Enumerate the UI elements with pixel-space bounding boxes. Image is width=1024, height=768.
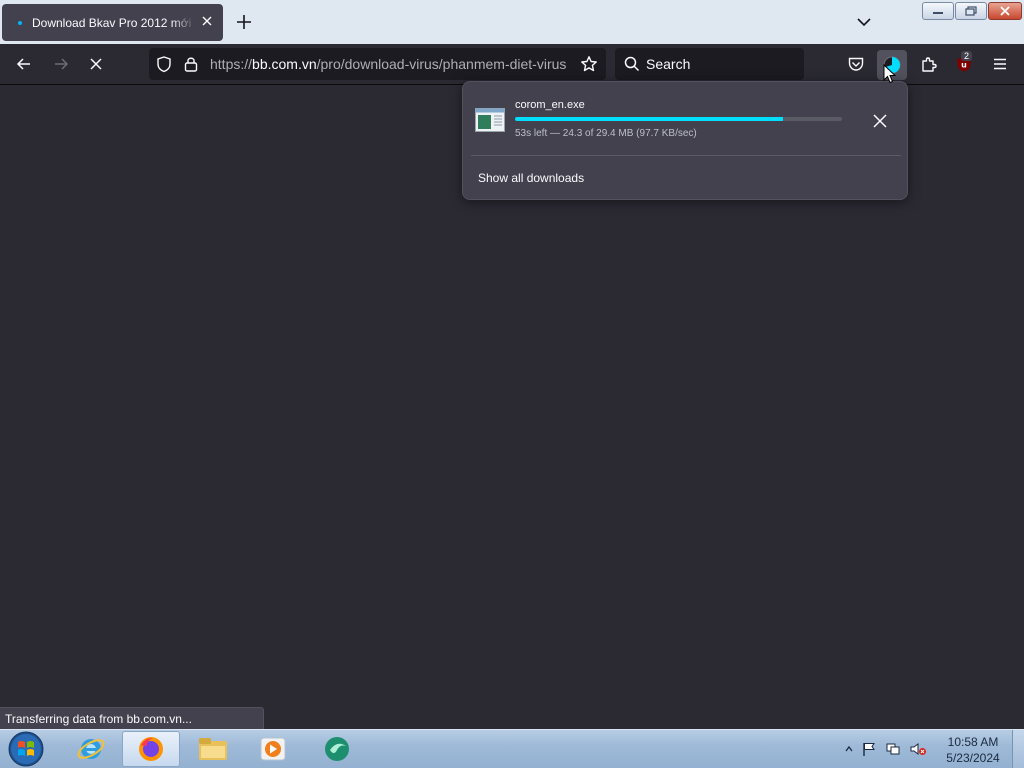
show-desktop-button[interactable] <box>1012 730 1024 768</box>
window-controls <box>922 2 1022 20</box>
taskbar-firefox[interactable] <box>122 731 180 767</box>
loading-indicator-icon <box>18 20 22 25</box>
tab-active[interactable]: Download Bkav Pro 2012 mới nhất <box>2 4 223 41</box>
green-app-icon <box>325 737 349 761</box>
search-icon <box>624 56 640 72</box>
back-icon[interactable] <box>14 54 34 74</box>
system-tray <box>845 741 927 757</box>
show-hidden-icons-icon[interactable] <box>845 745 853 753</box>
network-icon[interactable] <box>885 741 901 757</box>
download-progress-bar <box>515 117 842 121</box>
stop-icon[interactable] <box>86 54 106 74</box>
svg-text:u: u <box>961 61 967 70</box>
url-text: https://bb.com.vn/pro/download-virus/pha… <box>210 56 572 72</box>
internet-explorer-icon <box>77 739 105 759</box>
tab-close-icon[interactable] <box>199 13 215 29</box>
lock-icon[interactable] <box>183 55 199 73</box>
url-bar[interactable]: https://bb.com.vn/pro/download-virus/pha… <box>149 48 606 80</box>
windows-taskbar: 10:58 AM 5/23/2024 <box>0 729 1024 768</box>
url-host: bb.com.vn <box>252 56 317 72</box>
status-panel: Transferring data from bb.com.vn... <box>0 707 264 729</box>
bookmark-star-icon[interactable] <box>580 55 598 73</box>
list-all-tabs-icon[interactable] <box>855 13 873 31</box>
downloads-panel: corom_en.exe 53s left — 24.3 of 29.4 MB … <box>462 81 908 200</box>
minimize-button[interactable] <box>922 2 954 20</box>
extensions-puzzle-icon[interactable] <box>919 54 939 74</box>
tracking-protection-shield-icon[interactable] <box>155 55 173 73</box>
mouse-cursor-icon <box>883 64 897 84</box>
forward-icon[interactable] <box>51 54 71 74</box>
restore-button[interactable] <box>955 2 987 20</box>
action-center-flag-icon[interactable] <box>861 741 877 757</box>
folder-icon <box>199 738 227 760</box>
panel-divider <box>471 155 901 156</box>
download-status: 53s left — 24.3 of 29.4 MB (97.7 KB/sec) <box>515 128 697 139</box>
navigation-toolbar: https://bb.com.vn/pro/download-virus/pha… <box>0 44 1024 85</box>
start-button-icon[interactable] <box>6 730 46 768</box>
tab-strip: Download Bkav Pro 2012 mới nhất <box>0 0 1024 44</box>
clock-time: 10:58 AM <box>947 735 999 749</box>
media-player-icon <box>260 737 286 761</box>
clock[interactable]: 10:58 AM 5/23/2024 <box>940 734 1006 766</box>
tab-title: Download Bkav Pro 2012 mới nhất <box>32 15 196 30</box>
clock-date: 5/23/2024 <box>946 751 1000 765</box>
pocket-icon[interactable] <box>846 54 866 74</box>
show-all-downloads-button[interactable]: Show all downloads <box>478 171 584 185</box>
exe-file-icon <box>475 108 505 132</box>
new-tab-icon[interactable] <box>234 12 254 32</box>
taskbar-app-green[interactable] <box>308 731 366 767</box>
url-path: /pro/download-virus/phanmem-diet-virus <box>316 56 567 72</box>
download-filename: corom_en.exe <box>515 99 585 111</box>
search-placeholder: Search <box>646 56 691 72</box>
close-window-button[interactable] <box>988 2 1022 20</box>
taskbar-explorer[interactable] <box>184 731 242 767</box>
cancel-download-icon[interactable] <box>871 112 889 130</box>
download-progress-fill <box>515 117 784 121</box>
taskbar-media-player[interactable] <box>244 731 302 767</box>
taskbar-internet-explorer[interactable] <box>62 731 120 767</box>
search-bar[interactable]: Search <box>615 48 804 80</box>
firefox-icon <box>139 737 163 761</box>
app-menu-icon[interactable] <box>990 54 1010 74</box>
extension-badge: 2 <box>961 51 973 61</box>
volume-muted-icon[interactable] <box>909 741 927 757</box>
url-prefix: https:// <box>210 56 253 72</box>
